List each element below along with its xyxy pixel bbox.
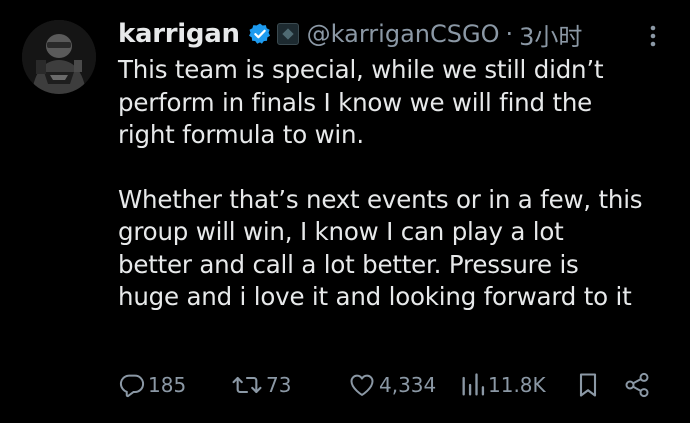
views-icon <box>460 371 486 399</box>
reply-icon <box>118 371 146 399</box>
retweet-button[interactable]: 73 <box>230 368 291 402</box>
heart-icon <box>347 371 377 399</box>
tweet-line: perform in finals I know we will find th… <box>118 87 593 117</box>
author-display-name[interactable]: karrigan <box>118 19 240 49</box>
views-count: 11.8K <box>488 373 546 397</box>
verified-badge-icon[interactable] <box>248 22 272 46</box>
reply-button[interactable]: 185 <box>118 368 186 402</box>
tweet-line: huge and i love it and looking forward t… <box>118 282 632 311</box>
tweet: karrigan @karriganCSGO · 3小时 This team i… <box>0 0 690 423</box>
action-bar: 185 73 4,334 11.8K <box>118 368 678 402</box>
bookmark-button[interactable] <box>576 368 600 402</box>
avatar[interactable] <box>22 20 96 94</box>
more-options-icon[interactable] <box>643 22 663 50</box>
share-icon <box>623 371 651 399</box>
tweet-line: better and call a lot better. Pressure i… <box>118 249 579 279</box>
author-handle[interactable]: @karriganCSGO <box>307 20 500 48</box>
views-button[interactable]: 11.8K <box>460 368 546 402</box>
tweet-text: This team is special, while we still did… <box>118 54 678 314</box>
like-button[interactable]: 4,334 <box>347 368 436 402</box>
tweet-paragraph: This team is special, while we still did… <box>118 54 678 152</box>
tweet-paragraph: Whether that’s next events or in a few, … <box>118 184 678 314</box>
retweet-icon <box>230 371 264 399</box>
avatar-image <box>22 20 96 94</box>
affiliate-badge-icon[interactable] <box>276 23 299 45</box>
tweet-timestamp[interactable]: 3小时 <box>519 17 582 52</box>
retweet-count: 73 <box>266 373 292 397</box>
bookmark-icon <box>576 371 600 399</box>
tweet-line: right formula to win. <box>118 120 364 149</box>
like-count: 4,334 <box>379 373 437 397</box>
share-button[interactable] <box>623 368 651 402</box>
reply-count: 185 <box>148 373 187 397</box>
tweet-header: karrigan @karriganCSGO · 3小时 <box>118 14 582 54</box>
separator-dot: · <box>505 20 514 48</box>
tweet-line: Whether that’s next events or in a few, … <box>118 184 643 214</box>
tweet-line: group will win, I know I can play a lot <box>118 217 564 246</box>
tweet-line: This team is special, while we still did… <box>118 55 604 84</box>
